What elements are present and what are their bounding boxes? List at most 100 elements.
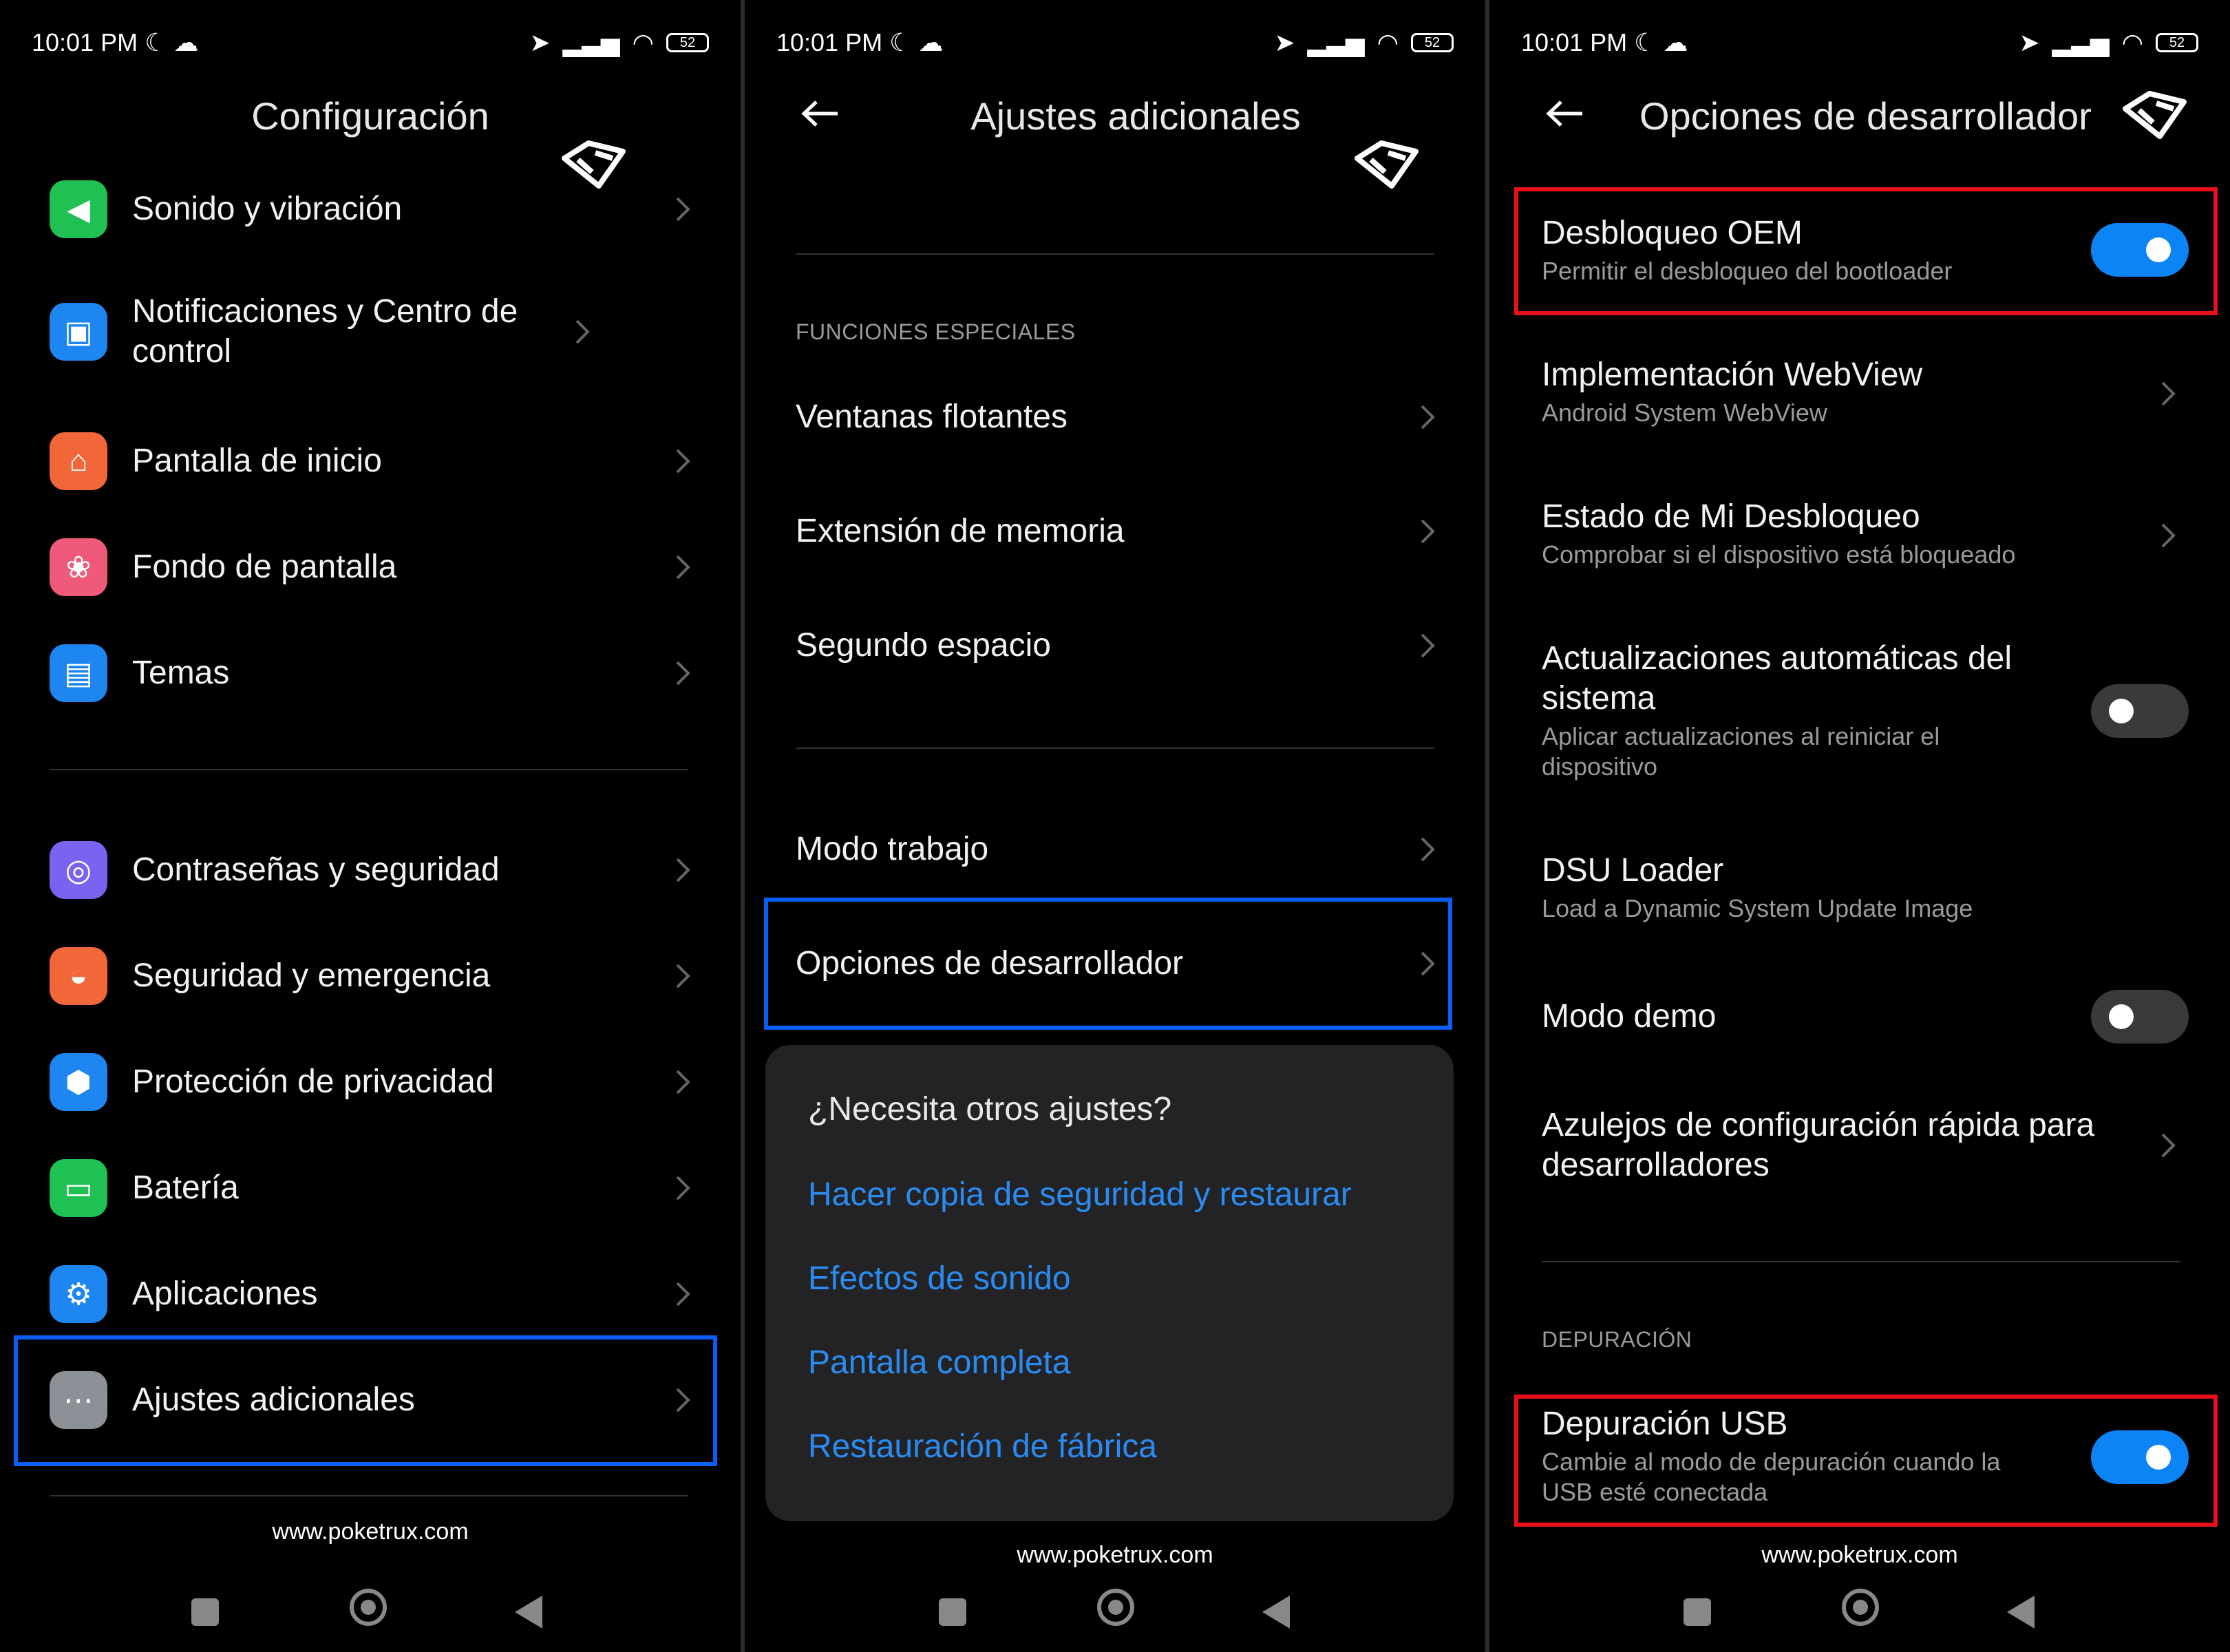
chevron-right-icon: [2161, 523, 2176, 548]
settings-item-home-screen[interactable]: ⌂ Pantalla de inicio: [50, 432, 692, 490]
divider: [1542, 1261, 2180, 1262]
back-nav-button[interactable]: [1262, 1596, 1290, 1629]
divider: [796, 253, 1434, 255]
settings-item-privacy[interactable]: ⬢ Protección de privacidad: [50, 1053, 692, 1111]
home-button[interactable]: [1842, 1589, 1879, 1626]
setting-title: Estado de Mi Desbloqueo: [1542, 498, 1920, 535]
watermark-url: www.poketrux.com: [1761, 1542, 1958, 1568]
highlight-box: [1514, 1395, 2218, 1527]
setting-subtitle: Android System WebView: [1542, 399, 1827, 427]
settings-item-wallpaper[interactable]: ❀ Fondo de pantalla: [50, 538, 692, 596]
signal-icon: ▂▃▅: [2052, 28, 2110, 56]
setting-subtitle: Comprobar si el dispositivo está bloquea…: [1542, 540, 2016, 569]
back-nav-button[interactable]: [515, 1596, 542, 1629]
highlight-box: [1514, 187, 2218, 315]
settings-item-label: Ventanas flotantes: [796, 399, 1068, 435]
setting-auto-updates[interactable]: Actualizaciones automáticas del sistema …: [1542, 639, 2024, 782]
recents-button[interactable]: [939, 1598, 966, 1626]
chevron-right-icon: [1421, 519, 1435, 543]
setting-subtitle: Load a Dynamic System Update Image: [1542, 894, 1973, 922]
chevron-right-icon: [676, 1070, 690, 1094]
chevron-right-icon: [1421, 633, 1435, 657]
settings-item-second-space[interactable]: Segundo espacio: [796, 626, 1437, 664]
settings-panel: 10:01 PM ☾ ☁ ➤ ▂▃▅ ◠ 52 Configuración ◀ S…: [0, 0, 741, 1652]
settings-item-floating-windows[interactable]: Ventanas flotantes: [796, 398, 1437, 436]
settings-item-memory-extension[interactable]: Extensión de memoria: [796, 512, 1437, 550]
setting-dsu-loader[interactable]: DSU Loader Load a Dynamic System Update …: [1542, 851, 2189, 924]
settings-item-label: Seguridad y emergencia: [132, 957, 491, 994]
link-sound-effects[interactable]: Efectos de sonido: [808, 1260, 1071, 1298]
flower-icon: ❀: [50, 538, 107, 596]
settings-item-label: Segundo espacio: [796, 627, 1051, 664]
navigation-bar: [1489, 1586, 2230, 1634]
cloud-icon: ☁: [918, 28, 944, 56]
link-full-screen[interactable]: Pantalla completa: [808, 1344, 1071, 1381]
settings-item-battery[interactable]: ▭ Batería: [50, 1159, 692, 1217]
navigation-bar: [745, 1586, 1485, 1634]
battery-status-icon: 52: [666, 33, 709, 52]
settings-item-passwords[interactable]: ◎ Contraseñas y seguridad: [50, 841, 692, 899]
bell-icon: ◒: [50, 947, 107, 1005]
settings-item-sound[interactable]: ◀ Sonido y vibración: [50, 180, 692, 238]
moon-icon: ☾: [145, 28, 167, 56]
status-time: 10:01 PM: [776, 28, 883, 56]
status-bar: 10:01 PM ☾ ☁ ➤ ▂▃▅ ◠ 52: [32, 28, 709, 58]
location-icon: ➤: [529, 28, 551, 56]
navigation-bar: [0, 1586, 741, 1634]
divider: [50, 1495, 688, 1496]
section-header: FUNCIONES ESPECIALES: [796, 319, 1076, 344]
back-nav-button[interactable]: [2007, 1596, 2035, 1629]
status-bar: 10:01 PM ☾ ☁ ➤ ▂▃▅ ◠ 52: [1521, 28, 2198, 58]
settings-item-label: Protección de privacidad: [132, 1063, 494, 1100]
setting-title: Implementación WebView: [1542, 357, 1923, 393]
settings-item-themes[interactable]: ▤ Temas: [50, 644, 692, 702]
battery-icon: ▭: [50, 1159, 107, 1217]
setting-webview[interactable]: Implementación WebView Android System We…: [1542, 355, 2189, 428]
wifi-icon: ◠: [1377, 28, 1399, 56]
cloud-icon: ☁: [1663, 28, 1688, 56]
page-title: Opciones de desarrollador: [1639, 94, 2092, 138]
gear-icon: ⚙: [50, 1265, 107, 1323]
setting-title: DSU Loader: [1542, 852, 1724, 889]
settings-item-label: Contraseñas y seguridad: [132, 851, 500, 888]
settings-item-work-mode[interactable]: Modo trabajo: [796, 830, 1437, 868]
watermark-url: www.poketrux.com: [272, 1518, 469, 1545]
moon-icon: ☾: [1634, 28, 1657, 56]
moon-icon: ☾: [889, 28, 912, 56]
chevron-right-icon: [676, 449, 690, 474]
auto-updates-toggle[interactable]: [2091, 684, 2189, 738]
chevron-right-icon: [676, 858, 690, 882]
page-title: Ajustes adicionales: [970, 94, 1301, 138]
setting-quick-tiles[interactable]: Azulejos de configuración rápida para de…: [1542, 1105, 2120, 1185]
setting-title: Actualizaciones automáticas del sistema: [1542, 640, 2013, 717]
settings-item-label: Modo trabajo: [796, 831, 989, 867]
demo-mode-toggle[interactable]: [2091, 990, 2189, 1044]
settings-item-apps[interactable]: ⚙ Aplicaciones: [50, 1265, 692, 1323]
link-backup[interactable]: Hacer copia de seguridad y restaurar: [808, 1176, 1352, 1214]
chevron-right-icon: [676, 197, 690, 222]
settings-item-notifications[interactable]: ▣ Notificaciones y Centro de control: [50, 292, 692, 372]
chevron-right-icon: [676, 661, 690, 686]
recents-button[interactable]: [191, 1598, 219, 1626]
settings-item-label: Pantalla de inicio: [132, 443, 382, 479]
signal-icon: ▂▃▅: [562, 28, 620, 56]
home-button[interactable]: [1097, 1589, 1134, 1626]
status-bar: 10:01 PM ☾ ☁ ➤ ▂▃▅ ◠ 52: [776, 28, 1454, 58]
settings-item-safety[interactable]: ◒ Seguridad y emergencia: [50, 947, 692, 1005]
signal-icon: ▂▃▅: [1307, 28, 1365, 56]
home-button[interactable]: [350, 1589, 387, 1626]
home-icon: ⌂: [50, 432, 107, 490]
settings-item-label: Aplicaciones: [132, 1275, 318, 1312]
back-arrow-icon[interactable]: [1544, 96, 1586, 131]
chevron-right-icon: [676, 1282, 690, 1306]
location-icon: ➤: [2019, 28, 2040, 56]
chevron-right-icon: [2161, 1133, 2176, 1158]
divider: [50, 769, 688, 770]
settings-item-label: Fondo de pantalla: [132, 549, 397, 585]
watermark-url: www.poketrux.com: [1017, 1542, 1213, 1568]
link-factory-reset[interactable]: Restauración de fábrica: [808, 1428, 1157, 1465]
recents-button[interactable]: [1684, 1598, 1711, 1626]
shield-icon: ⬢: [50, 1053, 107, 1111]
settings-item-label: Extensión de memoria: [796, 513, 1125, 549]
setting-mi-unlock-status[interactable]: Estado de Mi Desbloqueo Comprobar si el …: [1542, 497, 2189, 570]
